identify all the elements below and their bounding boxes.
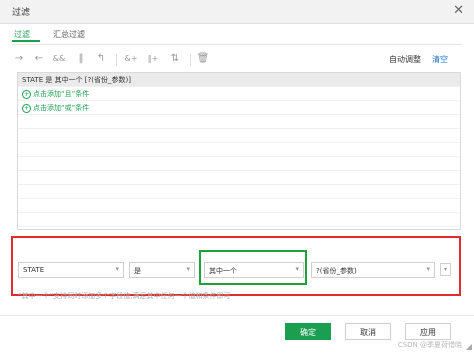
list-item — [18, 115, 460, 129]
add-and-link[interactable]: + 点击添加“且”条件 — [22, 89, 89, 99]
list-item — [18, 143, 460, 157]
title-bar: 过滤 ✕ — [0, 0, 474, 24]
chevron-down-icon: ▾ — [115, 265, 119, 273]
add-or-row[interactable]: + 点击添加“或”条件 — [18, 101, 460, 115]
clear-link[interactable]: 清空 — [432, 54, 448, 65]
field-select-value: STATE — [23, 266, 45, 274]
list-item — [18, 185, 460, 199]
operator-select-value: 是 — [134, 267, 141, 275]
dialog-title: 过滤 — [12, 8, 31, 18]
value-select-value: ?(省份_参数) — [316, 267, 357, 275]
return-arrow-icon[interactable]: ↰ — [94, 52, 108, 66]
and-add-icon[interactable]: &+ — [124, 52, 138, 66]
delete-icon[interactable]: 🗑 — [196, 52, 210, 66]
tab-bar: 过滤 汇总过滤 — [0, 24, 474, 44]
arrow-right-icon[interactable]: → — [12, 52, 26, 66]
add-or-link[interactable]: + 点击添加“或”条件 — [22, 103, 89, 113]
chevron-down-icon: ▾ — [426, 265, 430, 273]
and-and-icon[interactable]: && — [52, 52, 66, 66]
list-item — [18, 129, 460, 143]
list-item — [18, 157, 460, 171]
condition-row[interactable]: STATE 是 其中一个 [?(省份_参数)] — [18, 73, 460, 87]
plus-circle-icon: + — [22, 103, 31, 113]
apply-button[interactable]: 应用 — [405, 323, 451, 340]
or-add-icon[interactable]: ‖+ — [146, 52, 160, 66]
condition-text: STATE 是 其中一个 [?(省份_参数)] — [22, 76, 131, 84]
hint-text: “其中一个”支持同时添加多个字段值,满足其中任何一个值和条件即可 — [18, 292, 231, 300]
tab-divider — [12, 44, 462, 45]
list-item — [18, 213, 460, 227]
resize-grip-icon[interactable]: ◢ — [466, 342, 472, 351]
match-mode-highlight-box — [199, 250, 307, 285]
toolbar-divider — [190, 54, 191, 66]
value-dropdown-button[interactable]: ▾ — [440, 263, 451, 276]
auto-adjust-link[interactable]: 自动调整 — [389, 54, 421, 65]
list-item — [18, 199, 460, 213]
list-item — [18, 171, 460, 185]
operator-select[interactable]: 是 ▾ — [129, 262, 195, 278]
parallel-icon[interactable]: ‖ — [74, 52, 88, 66]
toolbar-divider — [116, 54, 117, 66]
toolbar: → ← && ‖ ↰ &+ ‖+ ⇅ 🗑 自动调整 清空 — [12, 52, 462, 68]
active-tab-indicator — [12, 40, 40, 42]
footer-divider — [0, 315, 474, 316]
add-and-row[interactable]: + 点击添加“且”条件 — [18, 87, 460, 101]
watermark: CSDN @季夏荷惜晓 — [397, 341, 462, 349]
ok-button[interactable]: 确定 — [285, 323, 331, 340]
value-select[interactable]: ?(省份_参数) ▾ — [311, 262, 435, 278]
close-icon[interactable]: ✕ — [453, 3, 464, 19]
tab-summary-filter[interactable]: 汇总过滤 — [53, 29, 85, 40]
field-select[interactable]: STATE ▾ — [18, 262, 124, 278]
cancel-button[interactable]: 取消 — [345, 323, 391, 340]
tab-filter[interactable]: 过滤 — [14, 29, 30, 40]
chevron-down-icon: ▾ — [186, 265, 190, 273]
expand-icon[interactable]: ⇅ — [168, 52, 182, 66]
arrow-left-icon[interactable]: ← — [32, 52, 46, 66]
condition-list: STATE 是 其中一个 [?(省份_参数)] + 点击添加“且”条件 + 点击添加… — [17, 72, 461, 230]
plus-circle-icon: + — [22, 89, 31, 99]
